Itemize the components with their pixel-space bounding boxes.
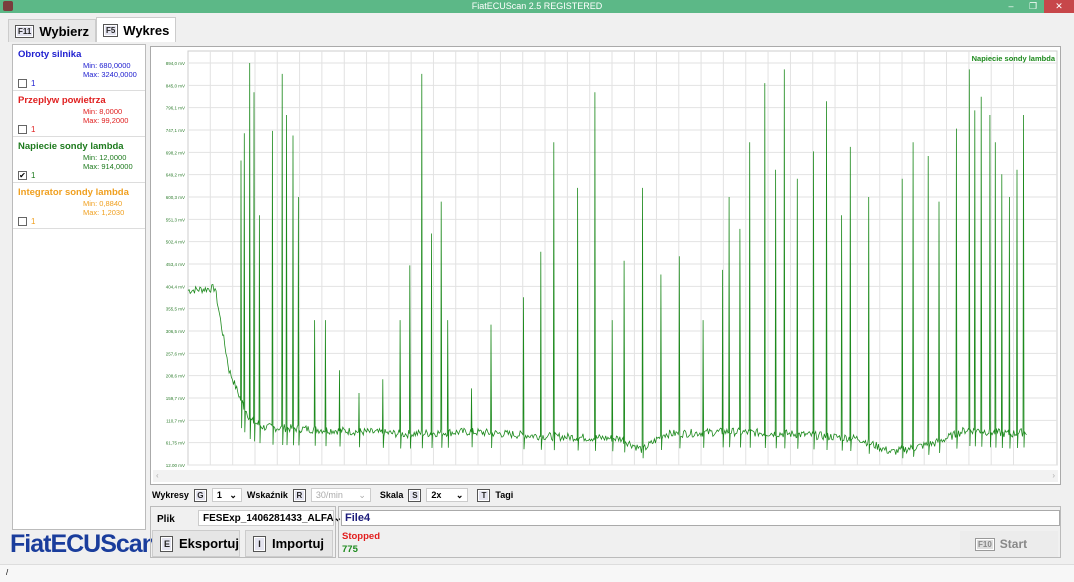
parameter-name: Integrator sondy lambda — [18, 187, 129, 198]
y-tick-label: 796,1 mV — [166, 106, 185, 111]
import-label: Importuj — [272, 536, 324, 551]
tagi-button[interactable]: T — [477, 488, 491, 502]
wskaznik-select[interactable]: 30/min ⌄ — [310, 488, 371, 502]
wykresy-select[interactable]: 1 ⌄ — [211, 488, 242, 502]
legend-label: Napiecie sondy lambda — [972, 54, 1056, 63]
maximize-button[interactable]: ❐ — [1022, 0, 1044, 13]
tab-label: Wykres — [123, 22, 170, 38]
lambda-chart: 12,00 mV 61,75 mV 110,7 mV 159,7 mV 208,6 mV… — [166, 50, 1058, 475]
parameter-checkbox[interactable] — [18, 125, 27, 134]
y-tick-label: 845,0 mV — [166, 83, 185, 88]
title-bar: FiatECUScan 2.5 REGISTERED – ❐ ✕ — [0, 0, 1074, 13]
y-tick-label: 747,1 mV — [166, 128, 185, 133]
parameter-max: Max: 99,2000 — [83, 116, 129, 125]
plot-area — [187, 50, 1058, 466]
f5-key-icon: F5 — [102, 23, 119, 37]
wykresy-label: Wykresy — [152, 490, 189, 500]
import-button[interactable]: I Importuj — [245, 530, 333, 557]
parameter-item: Przeplyw powietrza Min: 8,0000 Max: 99,20… — [13, 91, 145, 137]
parameter-min: Min: 680,0000 — [83, 61, 131, 70]
window-title: FiatECUScan 2.5 REGISTERED — [471, 1, 603, 11]
fiatecuscan-logo: FiatECUScan — [10, 530, 157, 558]
parameter-min: Min: 8,0000 — [83, 107, 123, 116]
parameter-list: Obroty silnika Min: 680,0000 Max: 3240,00… — [12, 44, 146, 530]
file-panel: Plik FESExp_1406281433_ALFA ⌄ E Eksportuj … — [150, 506, 342, 558]
parameter-item: Integrator sondy lambda Min: 0,8840 Max: … — [13, 183, 145, 229]
parameter-name: Napiecie sondy lambda — [18, 141, 124, 152]
status-panel: File4 Stopped 775 F10 Start — [338, 506, 1061, 558]
f10-key-icon: F10 — [975, 537, 995, 551]
parameter-item: Obroty silnika Min: 680,0000 Max: 3240,00… — [13, 45, 145, 91]
wskaznik-value: 30/min — [315, 490, 343, 500]
parameter-index: 1 — [31, 125, 36, 134]
y-tick-label: 61,75 mV — [166, 441, 185, 446]
y-tick-label: 698,2 mV — [166, 150, 185, 155]
y-tick-label: 355,5 mV — [166, 307, 185, 312]
parameter-min: Min: 0,8840 — [83, 199, 123, 208]
parameter-max: Max: 1,2030 — [83, 208, 125, 217]
parameter-max: Max: 914,0000 — [83, 162, 133, 171]
app-icon — [3, 1, 13, 11]
y-tick-label: 453,4 mV — [166, 262, 185, 267]
skala-select[interactable]: 2x ⌄ — [426, 488, 469, 502]
state-text: Stopped — [342, 531, 380, 542]
tab-bar: F11 Wybierz F5 Wykres — [8, 17, 177, 42]
parameter-max: Max: 3240,0000 — [83, 70, 137, 79]
filename-field[interactable]: File4 — [341, 510, 1060, 526]
parameter-min: Min: 12,0000 — [83, 153, 127, 162]
start-button[interactable]: F10 Start — [960, 531, 1058, 557]
y-tick-label: 159,7 mV — [166, 396, 185, 401]
y-tick-label: 12,00 mV — [166, 463, 185, 467]
skala-value: 2x — [431, 490, 442, 500]
horizontal-scrollbar[interactable]: ‹ › — [153, 470, 1058, 482]
e-key-icon: E — [160, 535, 173, 552]
scroll-left-icon[interactable]: ‹ — [156, 471, 159, 480]
wykresy-value: 1 — [216, 490, 222, 500]
y-tick-label: 649,2 mV — [166, 173, 185, 178]
file-select[interactable]: FESExp_1406281433_ALFA ⌄ — [198, 510, 342, 526]
parameter-index: 1 — [31, 171, 36, 180]
y-tick-label: 404,4 mV — [166, 284, 185, 289]
close-button[interactable]: ✕ — [1044, 0, 1074, 13]
y-tick-label: 110,7 mV — [166, 418, 185, 423]
minimize-button[interactable]: – — [1000, 0, 1022, 13]
wskaznik-label: Wskaźnik — [246, 490, 288, 500]
file-label: Plik — [157, 514, 175, 525]
tab-label: Wybierz — [39, 23, 89, 39]
status-bar: / — [0, 564, 1074, 582]
y-tick-label: 502,4 mV — [166, 240, 185, 245]
parameter-checkbox[interactable] — [18, 79, 27, 88]
y-tick-label: 551,3 mV — [166, 217, 185, 222]
s-key-icon: S — [408, 488, 422, 502]
chart-panel: 12,00 mV 61,75 mV 110,7 mV 159,7 mV 208,6 mV… — [150, 46, 1061, 485]
tab-wybierz[interactable]: F11 Wybierz — [8, 19, 96, 42]
export-button[interactable]: E Eksportuj — [152, 530, 240, 557]
sample-count: 775 — [342, 544, 358, 555]
parameter-checkbox[interactable]: ✔ — [18, 171, 27, 180]
g-key-icon: G — [193, 488, 207, 502]
i-key-icon: I — [253, 535, 266, 552]
y-tick-label: 208,6 mV — [166, 374, 185, 379]
r-key-icon: R — [292, 488, 306, 502]
y-tick-label: 894,0 mV — [166, 61, 185, 66]
parameter-name: Przeplyw powietrza — [18, 95, 106, 106]
parameter-index: 1 — [31, 217, 36, 226]
y-tick-label: 600,3 mV — [166, 195, 185, 200]
chart-controls: Wykresy G 1 ⌄ Wskaźnik R 30/min ⌄ Skala S … — [152, 488, 513, 502]
skala-label: Skala — [379, 490, 404, 500]
scroll-right-icon[interactable]: › — [1052, 470, 1055, 482]
y-tick-label: 306,5 mV — [166, 329, 185, 334]
parameter-checkbox[interactable] — [18, 217, 27, 226]
f11-key-icon: F11 — [15, 24, 35, 38]
tab-wykres[interactable]: F5 Wykres — [95, 17, 177, 42]
parameter-name: Obroty silnika — [18, 49, 82, 60]
start-label: Start — [999, 537, 1028, 551]
tagi-label: Tagi — [495, 490, 514, 500]
file-value: FESExp_1406281433_ALFA — [203, 512, 334, 524]
export-label: Eksportuj — [179, 536, 239, 551]
parameter-item: Napiecie sondy lambda Min: 12,0000 Max: 9… — [13, 137, 145, 183]
y-tick-label: 257,6 mV — [166, 351, 185, 356]
parameter-index: 1 — [31, 79, 36, 88]
